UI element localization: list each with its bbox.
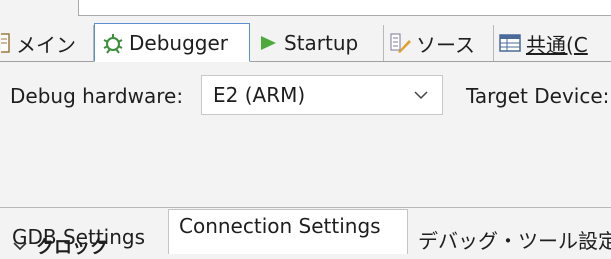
sub-tab-bar-line [0, 207, 611, 208]
tab-startup-label: Startup [284, 31, 359, 55]
tab-main-label: メイン [16, 32, 76, 57]
tab-connection-settings[interactable]: Connection Settings [168, 209, 408, 254]
debug-hardware-value: E2 (ARM) [213, 83, 306, 107]
tab-startup[interactable]: Startup [252, 25, 384, 61]
tab-main[interactable]: メイン [0, 25, 94, 61]
debug-hardware-label: Debug hardware: [10, 84, 184, 108]
source-icon [388, 31, 412, 55]
top-text-field[interactable] [78, 0, 611, 16]
bug-icon [101, 31, 125, 55]
play-icon [256, 31, 280, 55]
tab-debug-tool-settings[interactable]: デバッグ・ツール設定 [418, 225, 611, 254]
chevron-down-icon [414, 91, 428, 100]
chevron-down-icon [13, 242, 27, 251]
tab-source[interactable]: ソース [384, 25, 494, 61]
debug-hardware-select[interactable]: E2 (ARM) [201, 75, 443, 115]
clock-section-header[interactable]: クロック [12, 233, 108, 259]
table-icon [498, 31, 522, 55]
target-device-label: Target Device: [466, 84, 610, 108]
tab-common[interactable]: 共通(C [494, 25, 611, 61]
tab-source-label: ソース [416, 32, 475, 57]
main-tab-bar: メイン Debugger Startup ソース 共通(C [0, 22, 611, 62]
tab-debugger-label: Debugger [129, 30, 228, 55]
document-icon [0, 31, 12, 55]
clock-section-label: クロック [36, 237, 108, 258]
tab-connection-settings-label: Connection Settings [179, 214, 381, 238]
tab-debugger[interactable]: Debugger [94, 23, 250, 62]
tab-common-label: 共通(C [526, 32, 588, 57]
